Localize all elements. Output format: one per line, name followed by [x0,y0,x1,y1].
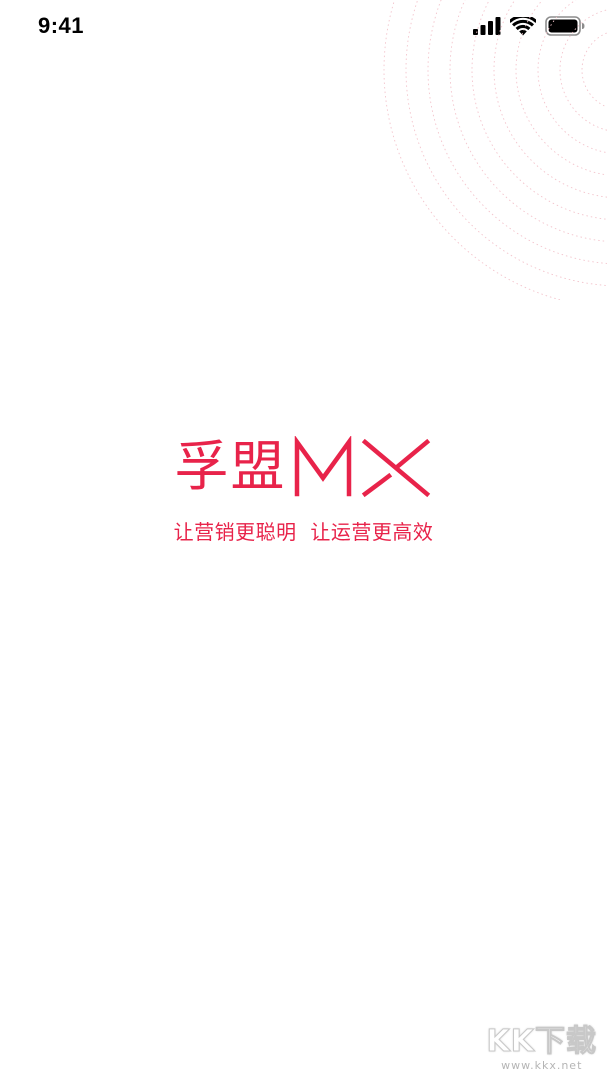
watermark-logo-text: KK下载 [486,1024,597,1059]
wifi-icon [508,14,538,41]
slogan: 让营销更聪明 让运营更高效 [173,520,434,544]
battery-icon [545,16,585,41]
status-icons [473,14,585,41]
logo-chinese-text: 孚盟 [174,435,287,498]
splash-logo: 孚盟 MX 让营销更聪明 让运营更高效 [0,432,607,545]
cellular-signal-icon [473,17,501,40]
site-watermark: KK下载 www.kkx.net [486,1024,598,1072]
logo-mx-mark: MX [294,436,430,498]
watermark-url: www.kkx.net [501,1059,583,1072]
status-time: 9:41 [38,13,85,38]
brand-logo: 孚盟 MX [175,432,433,502]
status-bar: 9:41 [0,0,607,56]
